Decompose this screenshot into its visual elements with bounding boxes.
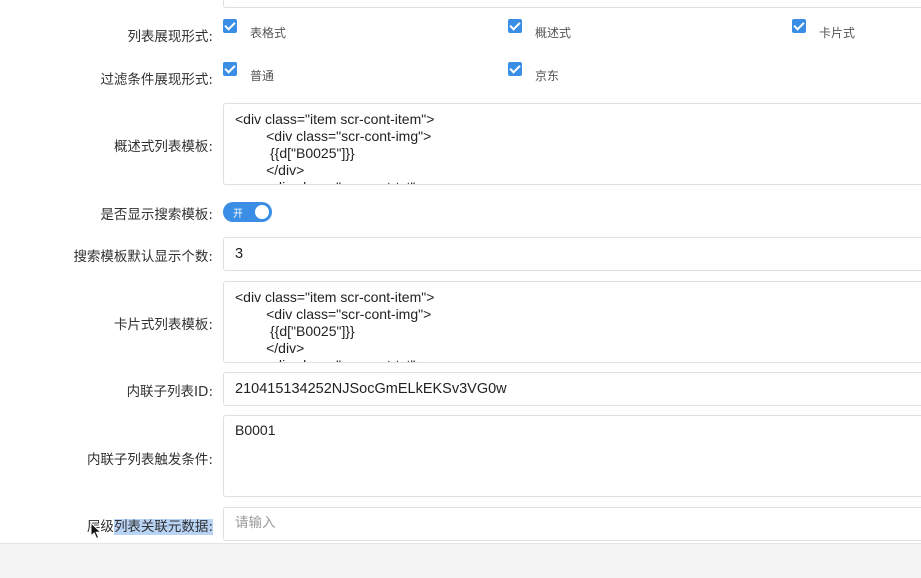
- hierarchy-meta-label-suffix: :: [208, 519, 213, 535]
- search-default-count-label: 搜索模板默认显示个数:: [73, 249, 213, 265]
- checkbox-summary-style[interactable]: 概述式: [508, 18, 572, 40]
- inline-sublist-id-label: 内联子列表ID:: [126, 384, 213, 400]
- hierarchy-meta-label-selected: 列表关联元数据: [113, 519, 209, 535]
- checkbox-label: 卡片式: [819, 26, 856, 40]
- hierarchy-meta-placeholder: 请输入: [235, 515, 276, 531]
- checkbox-label: 普通: [250, 69, 275, 83]
- hierarchy-meta-input[interactable]: 请输入: [223, 507, 921, 541]
- card-template-code: <div class="item scr-cont-item"> <div cl…: [235, 289, 435, 362]
- check-icon[interactable]: [223, 61, 237, 76]
- checkbox-label: 概述式: [535, 26, 572, 40]
- inline-sublist-condition-label: 内联子列表触发条件:: [86, 452, 213, 468]
- checkbox-jd[interactable]: 京东: [508, 61, 560, 83]
- checkbox-label: 京东: [535, 69, 560, 83]
- mouse-pointer-icon: [90, 522, 102, 540]
- card-template-label: 卡片式列表模板:: [113, 317, 213, 333]
- filter-display-row: 过滤条件展现形式: 普通 京东: [0, 61, 921, 89]
- show-search-template-label: 是否显示搜索模板:: [100, 207, 213, 223]
- list-display-label: 列表展现形式:: [127, 29, 213, 45]
- check-icon[interactable]: [508, 61, 522, 76]
- inline-sublist-condition-value: B0001: [235, 422, 276, 438]
- previous-field-input[interactable]: [223, 0, 921, 8]
- check-icon[interactable]: [223, 18, 237, 33]
- search-default-count-input[interactable]: 3: [223, 237, 921, 271]
- card-template-textarea[interactable]: <div class="item scr-cont-item"> <div cl…: [223, 281, 921, 363]
- switch-on-text: 开: [233, 209, 243, 220]
- list-display-row: 列表展现形式: 表格式 概述式 卡片式: [0, 18, 921, 46]
- checkbox-table-style[interactable]: 表格式: [223, 18, 287, 40]
- filter-display-label: 过滤条件展现形式:: [100, 72, 213, 88]
- show-search-template-switch[interactable]: 开: [223, 202, 272, 222]
- inline-sublist-id-value: 210415134252NJSocGmELkEKSv3VG0w: [235, 381, 507, 397]
- check-icon[interactable]: [508, 18, 522, 33]
- checkbox-normal[interactable]: 普通: [223, 61, 275, 83]
- summary-template-textarea[interactable]: <div class="item scr-cont-item"> <div cl…: [223, 103, 921, 185]
- checkbox-label: 表格式: [250, 26, 287, 40]
- inline-sublist-id-input[interactable]: 210415134252NJSocGmELkEKSv3VG0w: [223, 372, 921, 406]
- check-icon[interactable]: [792, 18, 806, 33]
- switch-knob: [255, 205, 269, 219]
- summary-template-code: <div class="item scr-cont-item"> <div cl…: [235, 111, 435, 184]
- inline-sublist-condition-textarea[interactable]: B0001: [223, 415, 921, 497]
- form-page: 列表展现形式: 表格式 概述式 卡片式 过滤条件展现形式: 普通 京东 概述式列…: [0, 0, 921, 578]
- search-default-count-value: 3: [235, 246, 244, 262]
- bottom-panel: [0, 543, 921, 578]
- checkbox-card-style[interactable]: 卡片式: [792, 18, 856, 40]
- hierarchy-meta-label: 层级列表关联元数据:: [87, 515, 213, 535]
- summary-template-label: 概述式列表模板:: [113, 139, 213, 155]
